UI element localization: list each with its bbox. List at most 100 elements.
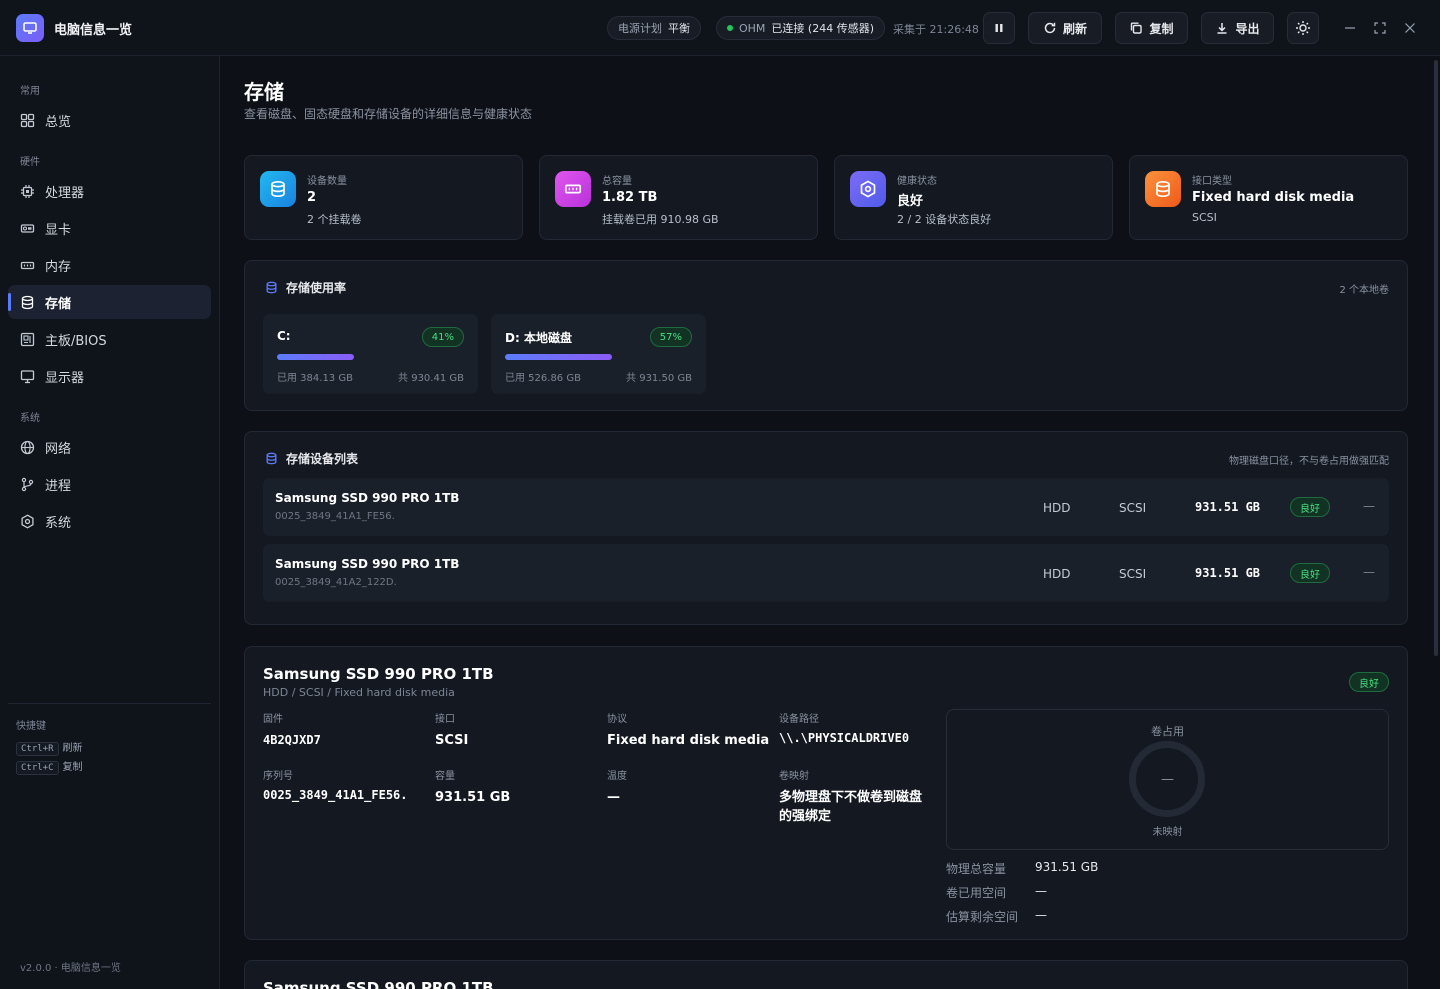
health-badge: 良好 [1290, 563, 1330, 583]
refresh-icon [1044, 22, 1056, 34]
capacity-value: 931.51 GB [435, 790, 511, 805]
shortcut-label: 刷新 [62, 743, 83, 754]
summary-value: — [1035, 908, 1047, 922]
ohm-label: OHM [739, 21, 766, 35]
pause-icon [995, 24, 1003, 32]
pause-button[interactable] [983, 12, 1015, 44]
database-icon [1145, 171, 1181, 207]
stat-card-total-capacity: 总容量 1.82 TB 挂载卷已用 910.98 GB [539, 155, 818, 240]
stat-card-health: 健康状态 良好 2 / 2 设备状态良好 [834, 155, 1113, 240]
database-icon [266, 281, 277, 294]
device-name: Samsung SSD 990 PRO 1TB [275, 557, 460, 571]
shortcut-label: 复制 [62, 762, 83, 773]
volume-card-d[interactable]: D: 本地磁盘 57% 已用 526.86 GB 共 931.50 GB [491, 314, 706, 394]
gpu-icon [20, 223, 35, 233]
sidebar-item-memory[interactable]: 内存 [8, 248, 211, 282]
sidebar-item-gpu[interactable]: 显卡 [8, 211, 211, 245]
volume-name: D: 本地磁盘 [505, 331, 572, 345]
app-logo-icon [16, 14, 44, 42]
maximize-button[interactable] [1370, 18, 1390, 38]
sidebar-item-motherboard[interactable]: 主板/BIOS [8, 322, 211, 356]
temperature-value: — [607, 790, 620, 805]
sidebar-item-process[interactable]: 进程 [8, 467, 211, 501]
device-path-label: 设备路径 [779, 714, 819, 725]
refresh-button[interactable]: 刷新 [1028, 12, 1102, 44]
detail-title: Samsung SSD 990 PRO 1TB [263, 979, 494, 989]
volume-percent-badge: 41% [421, 327, 464, 347]
donut-title: 卷占用 [1151, 725, 1184, 738]
capacity-label: 容量 [435, 771, 455, 782]
sidebar-item-label: 主板/BIOS [45, 333, 107, 349]
main-content: 存储 查看磁盘、固态硬盘和存储设备的详细信息与健康状态 设备数量 2 2 个挂载… [220, 56, 1440, 989]
sidebar-item-overview[interactable]: 总览 [8, 103, 211, 137]
power-plan-label: 电源计划 [618, 22, 662, 35]
sidebar-item-monitor[interactable]: 显示器 [8, 359, 211, 393]
storage-usage-card: 存储使用率 2 个本地卷 C: 41% 已用 384.13 GB 共 930.4… [244, 260, 1408, 411]
summary-value: — [1035, 884, 1047, 898]
sidebar-item-cpu[interactable]: 处理器 [8, 174, 211, 208]
device-extra: — [1363, 565, 1375, 579]
volume-total: 共 931.50 GB [626, 373, 692, 384]
volume-name: C: [277, 329, 291, 343]
shortcut-key: Ctrl+C [16, 761, 59, 775]
stat-label: 设备数量 [307, 176, 347, 187]
copy-button[interactable]: 复制 [1115, 12, 1188, 44]
sun-icon [1296, 21, 1310, 35]
stat-value: Fixed hard disk media [1192, 190, 1355, 205]
volume-usage-bar [505, 354, 612, 360]
summary-value: 931.51 GB [1035, 860, 1099, 874]
sidebar-item-label: 网络 [45, 441, 72, 457]
branch-icon [21, 477, 34, 491]
stat-desc: 2 / 2 设备状态良好 [897, 213, 992, 226]
serial-value: 0025_3849_41A1_FE56. [263, 788, 408, 802]
theme-toggle-button[interactable] [1287, 12, 1319, 44]
settings-icon [21, 513, 34, 529]
volume-usage-donut-panel: 卷占用 — 未映射 [946, 709, 1389, 850]
volume-card-c[interactable]: C: 41% 已用 384.13 GB 共 930.41 GB [263, 314, 478, 394]
close-button[interactable] [1400, 18, 1420, 38]
storage-device-list-card: 存储设备列表 物理磁盘口径，不与卷占用做强匹配 Samsung SSD 990 … [244, 431, 1408, 625]
database-icon [260, 171, 296, 207]
section-system: 系统 [20, 413, 40, 424]
sidebar-item-system[interactable]: 系统 [8, 504, 211, 538]
firmware-value: 4B2QJXD7 [263, 733, 321, 747]
health-badge: 良好 [1290, 497, 1330, 517]
maximize-icon [1374, 22, 1386, 34]
device-bus: SCSI [1119, 501, 1147, 515]
card-title-text: 存储设备列表 [286, 452, 359, 466]
power-plan-value: 平衡 [668, 22, 690, 35]
volume-percent-badge: 57% [649, 327, 692, 347]
donut-center: — [1161, 772, 1174, 787]
summary-label: 物理总容量 [946, 862, 1007, 876]
stat-card-device-count: 设备数量 2 2 个挂载卷 [244, 155, 523, 240]
sidebar-item-label: 总览 [45, 114, 72, 130]
scrollbar-thumb[interactable] [1434, 60, 1438, 656]
grid-icon [20, 113, 35, 127]
sidebar: 常用 总览 硬件 处理器 显卡 内存 存储 主板/BIOS 显示器 系统 网络 … [0, 56, 220, 989]
shortcuts-title: 快捷键 [16, 721, 46, 732]
motherboard-icon [20, 332, 35, 346]
stat-value: 2 [307, 190, 317, 205]
table-row[interactable]: Samsung SSD 990 PRO 1TB 0025_3849_41A1_F… [263, 478, 1389, 536]
interface-value: SCSI [435, 733, 469, 748]
database-icon [21, 295, 34, 309]
device-type: HDD [1043, 567, 1071, 581]
sidebar-item-network[interactable]: 网络 [8, 430, 211, 464]
page-title: 存储 [244, 80, 284, 104]
stat-label: 健康状态 [897, 176, 937, 187]
table-row[interactable]: Samsung SSD 990 PRO 1TB 0025_3849_41A2_1… [263, 544, 1389, 602]
sidebar-item-storage[interactable]: 存储 [8, 285, 211, 319]
donut-caption: 未映射 [1152, 827, 1183, 838]
section-common: 常用 [20, 86, 40, 97]
stat-value: 良好 [897, 194, 924, 209]
volume-count: 2 个本地卷 [1339, 285, 1389, 296]
minimize-button[interactable] [1340, 18, 1360, 38]
cpu-icon [21, 184, 34, 198]
status-dot-icon [727, 25, 733, 31]
volume-total: 共 930.41 GB [398, 373, 464, 384]
shortcut-key: Ctrl+R [16, 742, 59, 756]
export-button[interactable]: 导出 [1201, 12, 1274, 44]
section-hardware: 硬件 [20, 157, 40, 168]
summary-label: 卷已用空间 [946, 886, 1007, 900]
power-plan-pill: 电源计划 平衡 [607, 16, 701, 40]
